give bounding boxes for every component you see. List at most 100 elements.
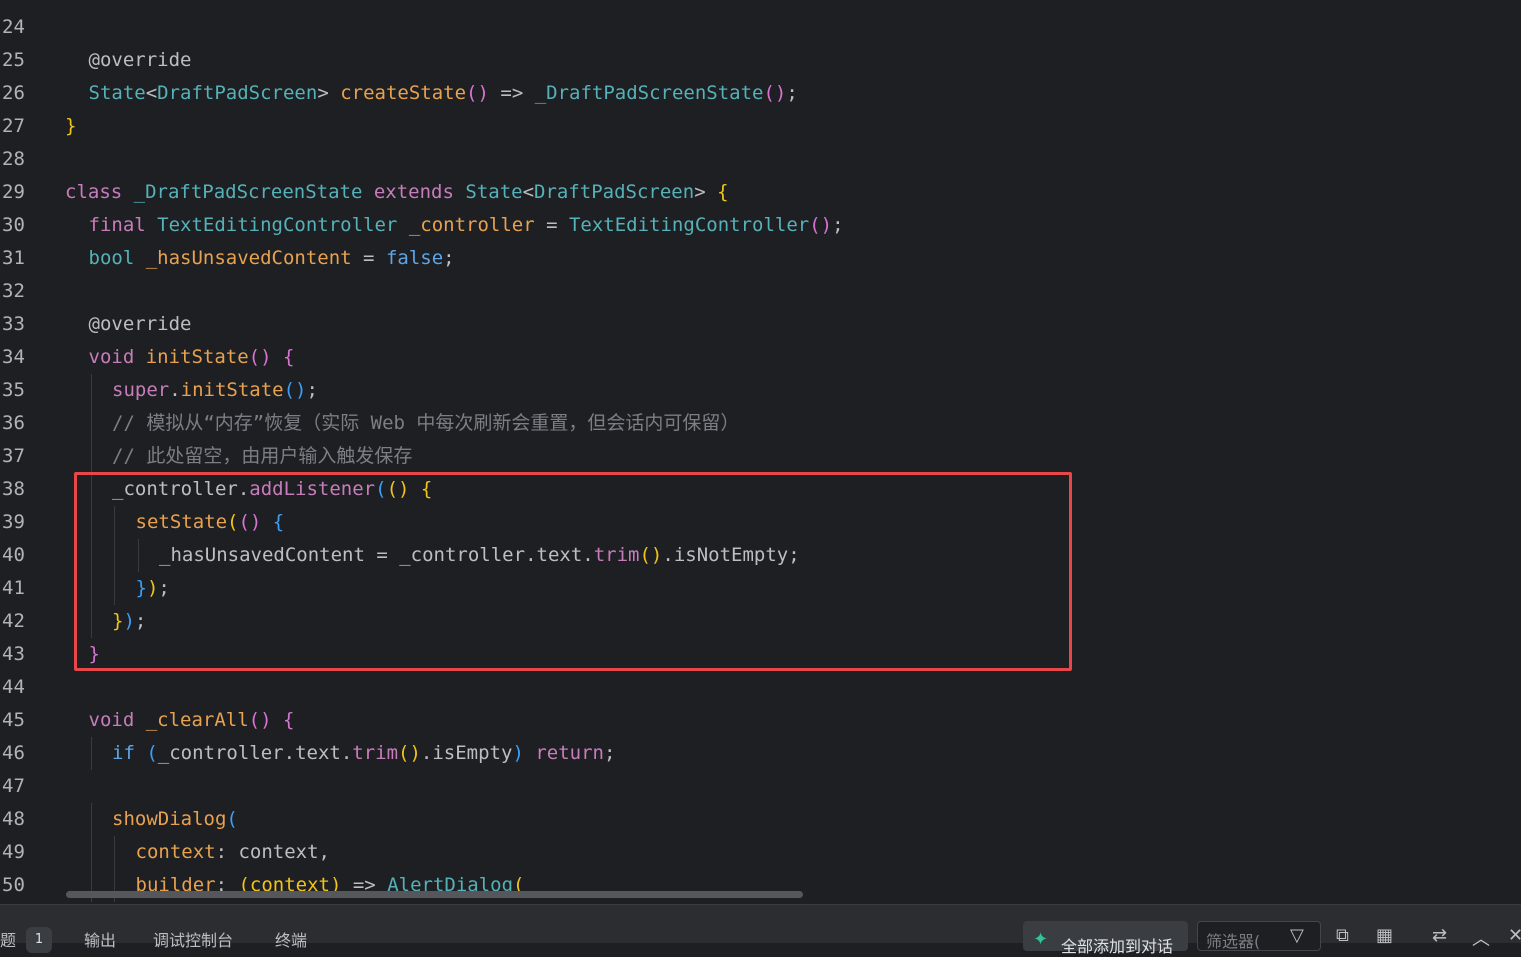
code-token: }	[135, 577, 147, 599]
code-line[interactable]: 42});	[0, 605, 1521, 638]
code-line[interactable]: 43}	[0, 638, 1521, 671]
code-token: context	[135, 841, 216, 863]
code-token: {	[282, 709, 295, 731]
line-number: 38	[2, 478, 25, 500]
code-token: false	[385, 247, 444, 269]
code-line[interactable]: 33 @override	[0, 308, 1521, 341]
indent-guide	[90, 473, 92, 506]
code-token: )	[146, 577, 159, 599]
code-editor[interactable]: 24 25 @override 26 State<DraftPadScreen> cre…	[0, 0, 1521, 904]
line-number: 37	[2, 445, 25, 467]
code-line[interactable]: 31 bool _hasUnsavedContent = false;	[0, 242, 1521, 275]
code-token: showDialog	[112, 808, 227, 830]
code-token: // 模拟从“内存”恢复（实际 Web 中每次刷新会重置，但会话内可保留）	[112, 412, 740, 434]
close-icon[interactable]: ✕	[1508, 925, 1521, 946]
line-number: 39	[2, 511, 25, 533]
tab-debug-console[interactable]: 调试控制台	[153, 927, 233, 951]
line-number: 27	[2, 115, 25, 137]
tab-output[interactable]: 输出	[84, 927, 116, 951]
code-line[interactable]: 36 // 模拟从“内存”恢复（实际 Web 中每次刷新会重置，但会话内可保留）	[0, 407, 1521, 440]
indent-guide	[90, 374, 92, 407]
code-line[interactable]: 32	[0, 275, 1521, 308]
code-token: bool	[88, 247, 146, 269]
code-token: ()	[639, 544, 663, 566]
code-token: _controller	[112, 478, 238, 500]
indent-guide	[114, 572, 115, 605]
code-token: =	[364, 544, 400, 566]
layout-icon[interactable]: ▦	[1376, 925, 1393, 946]
code-token: return	[523, 742, 604, 764]
code-token: _controller	[157, 742, 284, 764]
code-token: ()	[466, 82, 489, 104]
tab-terminal[interactable]: 终端	[275, 927, 307, 951]
code-token: ;	[786, 82, 798, 104]
code-text: State<DraftPadScreen> createState() => _…	[89, 77, 798, 110]
code-token: @override	[88, 313, 192, 335]
indent-guide	[90, 836, 92, 869]
code-line[interactable]: 26 State<DraftPadScreen> createState() =>…	[0, 77, 1521, 110]
indent-guide	[90, 506, 92, 539]
code-text: if (_controller.text.trim().isEmpty) ret…	[112, 737, 615, 770]
code-token: =	[351, 247, 386, 269]
code-token: =	[534, 214, 569, 236]
code-token: State	[465, 181, 523, 203]
code-line[interactable]: 30 final TextEditingController _controlle…	[0, 209, 1521, 242]
code-text: _hasUnsavedContent = _controller.text.tr…	[159, 539, 800, 572]
code-line[interactable]: 27}	[0, 110, 1521, 143]
code-token: setState	[135, 511, 228, 533]
code-token: >	[694, 181, 718, 203]
code-text: _controller.addListener(() {	[112, 473, 432, 506]
code-line[interactable]: 37 // 此处留空，由用户输入触发保存	[0, 440, 1521, 473]
tab-problems[interactable]: 题	[0, 927, 16, 951]
line-number: 35	[2, 379, 25, 401]
indent-guide	[90, 539, 92, 572]
line-number: 33	[2, 313, 25, 335]
code-line[interactable]: 45 void _clearAll() {	[0, 704, 1521, 737]
code-line[interactable]: 38 _controller.addListener(() {	[0, 473, 1521, 506]
code-token: <	[522, 181, 535, 203]
indent-guide	[137, 539, 139, 572]
code-token: }	[88, 643, 100, 665]
filter-icon[interactable]: ▽	[1290, 925, 1304, 946]
code-token: createState	[340, 82, 467, 104]
copy-icon[interactable]: ⧉	[1336, 925, 1349, 946]
add-all-to-chat-button[interactable]: ✦ 全部添加到对话	[1023, 921, 1188, 956]
indent-guide	[114, 506, 115, 539]
code-token: ()	[763, 82, 787, 104]
code-line[interactable]: 25 @override	[0, 44, 1521, 77]
code-token: TextEditingController	[568, 214, 810, 236]
code-line[interactable]: 28	[0, 143, 1521, 176]
code-token: () {	[386, 478, 433, 500]
code-line[interactable]: 40 _hasUnsavedContent = _controller.text.…	[0, 539, 1521, 572]
code-token: .text.	[283, 742, 353, 764]
code-token: ()	[238, 511, 273, 533]
code-token: <	[145, 82, 158, 104]
code-token: ()	[248, 709, 283, 731]
line-number: 47	[2, 775, 25, 797]
code-token: super	[112, 379, 170, 401]
code-line[interactable]: 44	[0, 671, 1521, 704]
code-token: ()	[398, 742, 421, 764]
code-token: ;	[603, 742, 616, 764]
code-line[interactable]: 41});	[0, 572, 1521, 605]
code-line[interactable]: 24	[0, 11, 1521, 44]
code-line[interactable]: 35 super.initState();	[0, 374, 1521, 407]
line-number: 41	[2, 577, 25, 599]
chevron-up-icon[interactable]: ︿	[1472, 925, 1490, 951]
code-line[interactable]: 48 showDialog(	[0, 803, 1521, 836]
code-line[interactable]: 39 setState(() {	[0, 506, 1521, 539]
code-token: ;	[158, 577, 170, 599]
horizontal-scrollbar[interactable]	[66, 891, 803, 898]
code-line[interactable]: 34 void initState() {	[0, 341, 1521, 374]
link-icon[interactable]: ⇄	[1432, 925, 1447, 946]
code-line[interactable]: 29 class _DraftPadScreenState extends Sta…	[0, 176, 1521, 209]
code-token: >	[317, 82, 341, 104]
bottom-panel: 题 1 输出 调试控制台 终端 ✦ 全部添加到对话 ▽ ⧉ ▦ ⇄ ︿ ✕	[0, 904, 1521, 956]
code-token: DraftPadScreen	[157, 82, 318, 104]
line-number: 50	[2, 874, 25, 896]
code-line[interactable]: 46 if (_controller.text.trim().isEmpty) r…	[0, 737, 1521, 770]
code-token: _DraftPadScreenState	[133, 181, 374, 203]
line-number: 48	[2, 808, 25, 830]
code-line[interactable]: 47	[0, 770, 1521, 803]
code-line[interactable]: 49 context: context,	[0, 836, 1521, 869]
